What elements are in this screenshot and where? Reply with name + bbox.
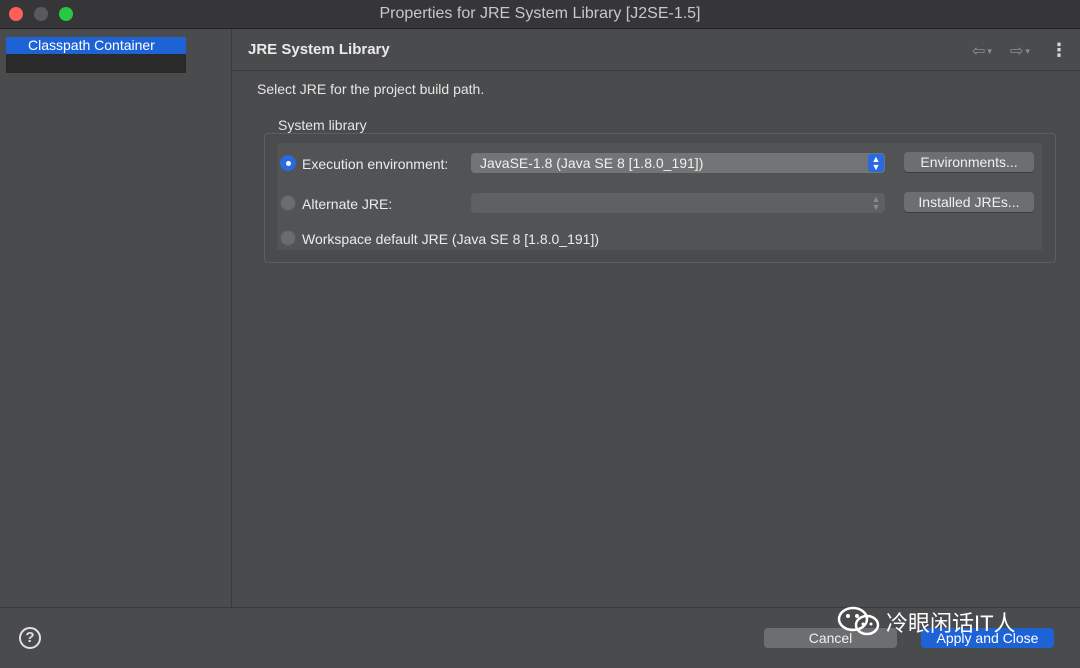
view-menu-icon[interactable]: ⋮ <box>1050 41 1068 59</box>
window-title: Properties for JRE System Library [J2SE-… <box>379 5 701 22</box>
description-text: Select JRE for the project build path. <box>257 81 485 97</box>
back-button[interactable]: ⇦ ▾ <box>972 41 992 60</box>
forward-button[interactable]: ⇨ ▾ <box>1010 41 1030 60</box>
system-library-group: Execution environment: JavaSE-1.8 (Java … <box>264 133 1056 263</box>
workspace-default-jre-radio[interactable] <box>280 230 296 246</box>
tree-item-classpath-container[interactable]: Classpath Container <box>6 37 186 54</box>
alternate-jre-label: Alternate JRE: <box>302 196 393 212</box>
property-tree[interactable]: Classpath Container <box>6 37 186 73</box>
execution-environment-label: Execution environment: <box>302 156 449 172</box>
sidebar: Classpath Container <box>0 29 232 607</box>
help-icon[interactable]: ? <box>19 627 41 649</box>
header-divider <box>232 70 1080 71</box>
alternate-jre-select[interactable]: ▲ ▼ <box>471 193 885 213</box>
page-title: JRE System Library <box>248 41 390 58</box>
title-bar: Properties for JRE System Library [J2SE-… <box>0 0 1080 29</box>
back-arrow-icon: ⇦ <box>972 43 986 60</box>
workspace-default-jre-label: Workspace default JRE (Java SE 8 [1.8.0_… <box>302 231 600 247</box>
environments-button[interactable]: Environments... <box>904 152 1034 172</box>
execution-environment-radio[interactable] <box>280 155 296 171</box>
watermark-text: 冷眼闲话IT人 <box>886 611 1016 636</box>
execution-environment-value: JavaSE-1.8 (Java SE 8 [1.8.0_191]) <box>480 155 704 171</box>
updown-chevron-icon: ▲ ▼ <box>871 194 881 212</box>
alternate-jre-radio[interactable] <box>280 195 296 211</box>
group-label: System library <box>278 117 367 133</box>
execution-environment-select[interactable]: JavaSE-1.8 (Java SE 8 [1.8.0_191]) ▲ ▼ <box>471 153 885 173</box>
main-panel: JRE System Library ⇦ ▾ ⇨ ▾ ⋮ Select JRE fo… <box>232 29 1080 607</box>
wechat-logo-icon <box>837 606 880 636</box>
forward-arrow-icon: ⇨ <box>1010 43 1024 60</box>
installed-jres-button[interactable]: Installed JREs... <box>904 192 1034 212</box>
system-library-options: Execution environment: JavaSE-1.8 (Java … <box>277 143 1042 250</box>
updown-chevron-icon: ▲ ▼ <box>868 154 884 172</box>
